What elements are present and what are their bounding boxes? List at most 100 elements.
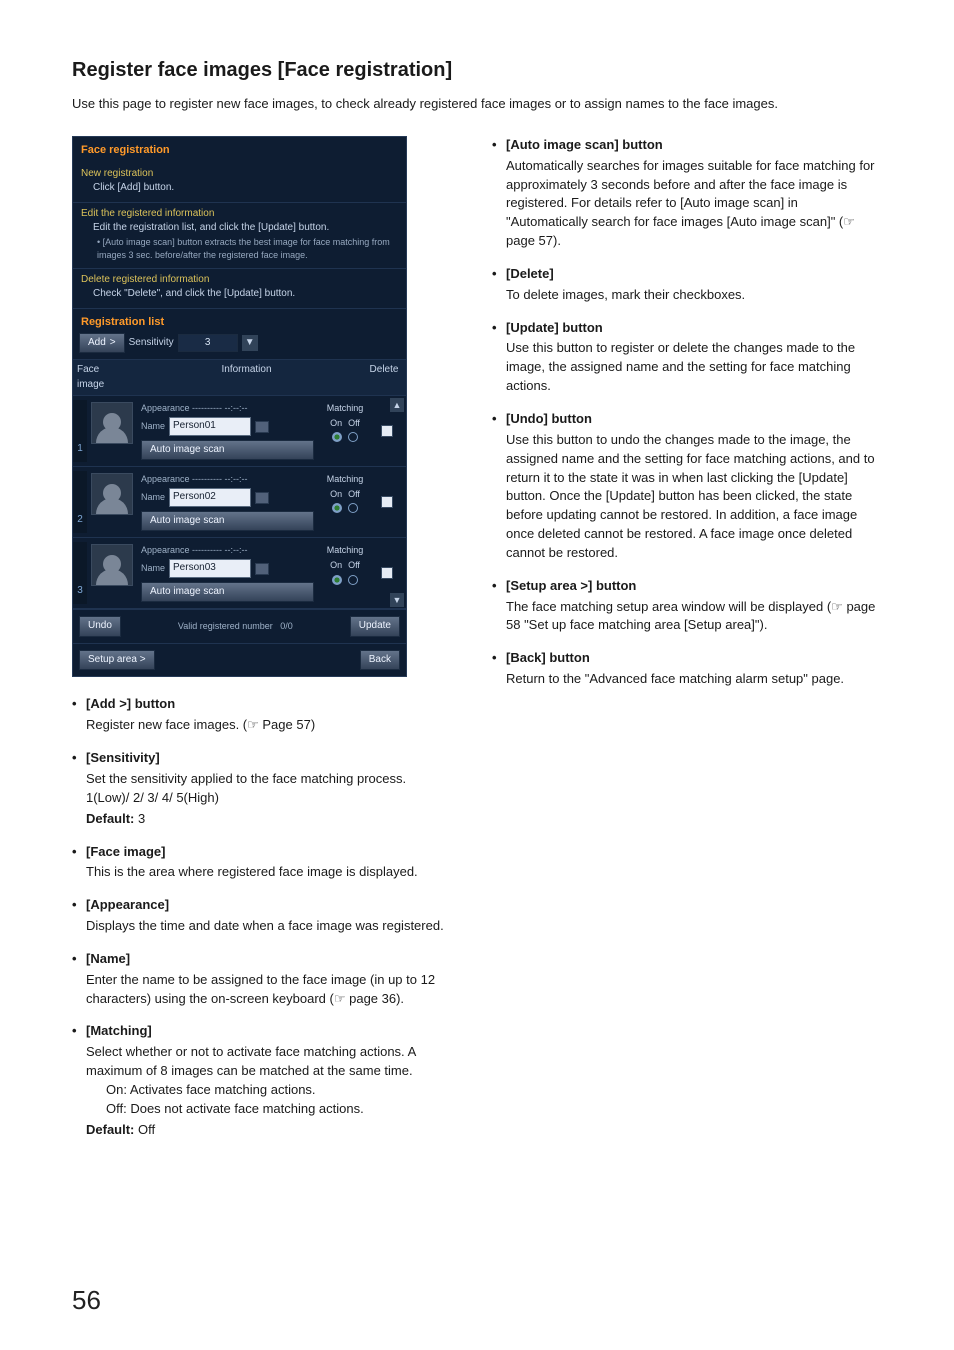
matching-label: Matching bbox=[327, 544, 364, 557]
sec1-sub: Click [Add] button. bbox=[81, 181, 398, 196]
delete-checkbox[interactable] bbox=[381, 496, 393, 508]
chevron-right-icon: > bbox=[110, 336, 116, 351]
sensitivity-dropdown-icon[interactable]: ▼ bbox=[242, 335, 258, 351]
on-label: On bbox=[330, 559, 342, 572]
doc-item-body: The face matching setup area window will… bbox=[506, 598, 882, 636]
row-info: Appearance ---------- --:--:-- NamePerson… bbox=[137, 542, 318, 604]
name-input[interactable]: Person02 bbox=[169, 488, 251, 507]
auto-image-scan-button[interactable]: Auto image scan bbox=[141, 582, 314, 603]
matching-off-radio[interactable] bbox=[348, 503, 358, 513]
matching-off-radio[interactable] bbox=[348, 432, 358, 442]
row-info: Appearance ---------- --:--:--NamePerson… bbox=[137, 471, 318, 533]
on-label: On bbox=[330, 488, 342, 501]
registration-list-title: Registration list bbox=[73, 309, 406, 333]
panel-title: Face registration bbox=[73, 137, 406, 163]
doc-item: [Add >] buttonRegister new face images. … bbox=[72, 695, 460, 735]
registration-row: 1Appearance ---------- --:--:--NamePerso… bbox=[73, 396, 406, 467]
doc-item-default: Default: Off bbox=[86, 1121, 460, 1140]
doc-item-title: [Add >] button bbox=[86, 695, 460, 714]
doc-item: [Sensitivity]Set the sensitivity applied… bbox=[72, 749, 460, 828]
appearance-field: Appearance ---------- --:--:-- bbox=[141, 402, 314, 415]
registration-row: 2Appearance ---------- --:--:--NamePerso… bbox=[73, 467, 406, 538]
off-label: Off bbox=[348, 417, 360, 430]
sec2-note: • [Auto image scan] button extracts the … bbox=[81, 236, 398, 262]
name-row: Name Person02 bbox=[141, 488, 314, 507]
face-thumbnail[interactable] bbox=[91, 473, 133, 515]
scroll-down-icon[interactable]: ▼ bbox=[390, 593, 404, 607]
delete-checkbox[interactable] bbox=[381, 567, 393, 579]
doc-item-title: [Appearance] bbox=[86, 896, 460, 915]
matching-column: Matching OnOff bbox=[318, 542, 372, 604]
page-title: Register face images [Face registration] bbox=[72, 56, 882, 85]
matching-column: MatchingOnOff bbox=[318, 471, 372, 533]
on-off-radios bbox=[332, 575, 358, 585]
on-off-labels: OnOff bbox=[330, 559, 360, 572]
add-button[interactable]: Add > bbox=[79, 333, 125, 354]
matching-on-radio[interactable] bbox=[332, 575, 342, 585]
sec2-head: Edit the registered information bbox=[81, 207, 398, 222]
matching-column: MatchingOnOff bbox=[318, 400, 372, 462]
name-input[interactable]: Person03 bbox=[169, 559, 251, 578]
delete-checkbox[interactable] bbox=[381, 425, 393, 437]
footer-row-2: Setup area > Back bbox=[73, 643, 406, 677]
right-bullet-list: [Auto image scan] button Automatically se… bbox=[492, 136, 882, 689]
section-delete: Delete registered information Check "Del… bbox=[73, 269, 406, 309]
name-row: Name Person01 bbox=[141, 417, 314, 436]
undo-button[interactable]: Undo bbox=[79, 616, 121, 637]
col-face-image: Face image bbox=[73, 360, 131, 395]
doc-item-title: [Back] button bbox=[506, 649, 882, 668]
doc-item-body: Displays the time and date when a face i… bbox=[86, 917, 460, 936]
valid-registered: Valid registered number 0/0 bbox=[178, 620, 293, 633]
doc-item-subline: Off: Does not activate face matching act… bbox=[86, 1100, 460, 1119]
matching-off-radio[interactable] bbox=[348, 575, 358, 585]
valid-registered-label: Valid registered number bbox=[178, 621, 273, 631]
left-column: Face registration New registration Click… bbox=[72, 136, 460, 1154]
doc-item: [Matching]Select whether or not to activ… bbox=[72, 1022, 460, 1139]
rows-wrap: ▲ 1Appearance ---------- --:--:--NamePer… bbox=[73, 396, 406, 609]
doc-item-body: This is the area where registered face i… bbox=[86, 863, 460, 882]
on-off-radios bbox=[332, 432, 358, 442]
doc-item-body: Use this button to register or delete th… bbox=[506, 339, 882, 396]
scroll-up-icon[interactable]: ▲ bbox=[390, 398, 404, 412]
sec3-head: Delete registered information bbox=[81, 273, 398, 288]
face-thumbnail[interactable] bbox=[91, 402, 133, 444]
doc-item: [Appearance] Displays the time and date w… bbox=[72, 896, 460, 936]
appearance-field: Appearance ---------- --:--:-- bbox=[141, 544, 314, 557]
back-button[interactable]: Back bbox=[360, 650, 400, 671]
doc-item: [Delete]To delete images, mark their che… bbox=[492, 265, 882, 305]
keyboard-icon[interactable] bbox=[255, 492, 269, 504]
doc-item-title: [Auto image scan] button bbox=[506, 136, 882, 155]
name-label: Name bbox=[141, 491, 165, 504]
setup-area-button[interactable]: Setup area > bbox=[79, 650, 155, 671]
row-info: Appearance ---------- --:--:-- Name Person… bbox=[137, 400, 318, 462]
sec3-sub: Check "Delete", and click the [Update] b… bbox=[81, 287, 398, 302]
matching-on-radio[interactable] bbox=[332, 503, 342, 513]
keyboard-icon[interactable] bbox=[255, 563, 269, 575]
on-off-radios bbox=[332, 503, 358, 513]
doc-item-title: [Name] bbox=[86, 950, 460, 969]
auto-image-scan-button[interactable]: Auto image scan bbox=[141, 440, 314, 461]
toolbar: Add > Sensitivity 3 ▼ bbox=[73, 333, 406, 360]
sensitivity-label: Sensitivity bbox=[129, 336, 174, 351]
sensitivity-value[interactable]: 3 bbox=[178, 334, 238, 353]
face-thumbnail[interactable] bbox=[91, 544, 133, 586]
auto-image-scan-button[interactable]: Auto image scan bbox=[141, 511, 314, 532]
doc-item: [Face image]This is the area where regis… bbox=[72, 843, 460, 883]
on-off-labels: OnOff bbox=[330, 417, 360, 430]
name-row: NamePerson03 bbox=[141, 559, 314, 578]
matching-on-radio[interactable] bbox=[332, 432, 342, 442]
sec1-head: New registration bbox=[81, 167, 398, 182]
update-button[interactable]: Update bbox=[350, 616, 400, 637]
doc-item-body: Use this button to undo the changes made… bbox=[506, 431, 882, 563]
page-intro: Use this page to register new face image… bbox=[72, 95, 882, 114]
doc-item-subline: On: Activates face matching actions. bbox=[86, 1081, 460, 1100]
on-off-labels: OnOff bbox=[330, 488, 360, 501]
doc-item-body: Enter the name to be assigned to the fac… bbox=[86, 971, 460, 1009]
face-registration-panel: Face registration New registration Click… bbox=[72, 136, 407, 678]
doc-item-title: [Undo] button bbox=[506, 410, 882, 429]
name-input[interactable]: Person01 bbox=[169, 417, 251, 436]
doc-item-body: Automatically searches for images suitab… bbox=[506, 157, 882, 251]
name-label: Name bbox=[141, 420, 165, 433]
keyboard-icon[interactable] bbox=[255, 421, 269, 433]
grid-header: Face image Information Delete bbox=[73, 359, 406, 396]
